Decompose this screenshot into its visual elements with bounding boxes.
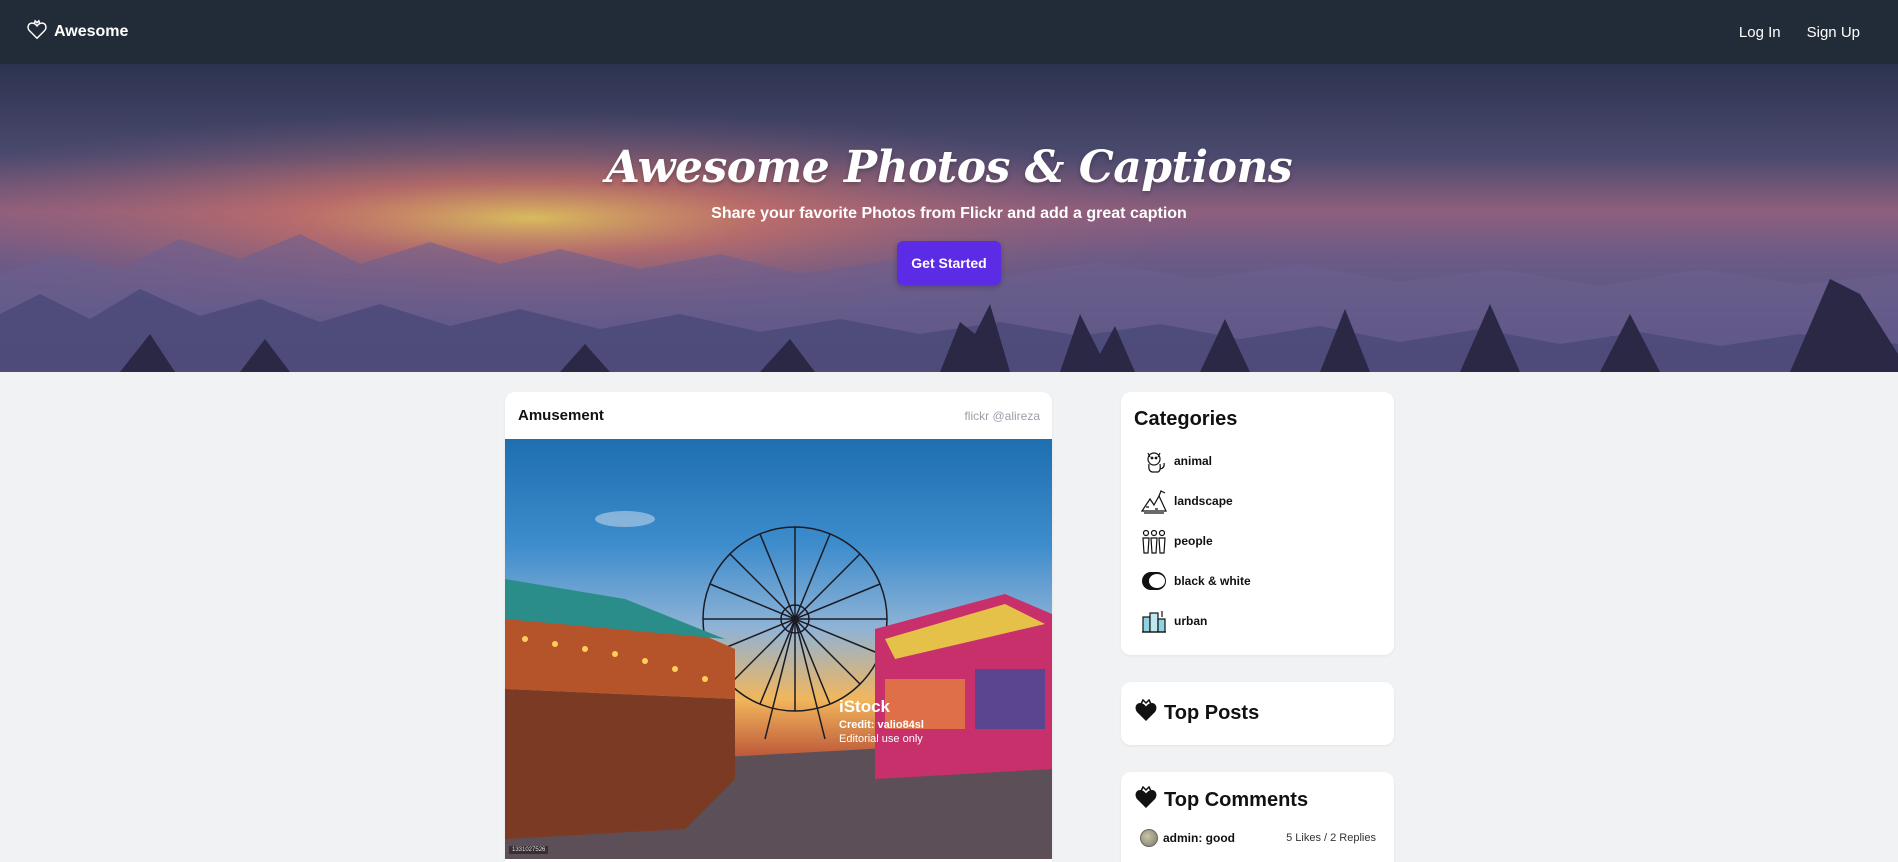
category-list: animal landscape people black & white ur… bbox=[1134, 441, 1381, 641]
heart-crown-icon bbox=[1134, 785, 1158, 815]
brand-name: Awesome bbox=[54, 23, 129, 40]
comment-text: admin: good bbox=[1163, 831, 1235, 845]
cat-icon bbox=[1140, 447, 1168, 475]
people-icon bbox=[1140, 527, 1168, 555]
contrast-icon bbox=[1140, 567, 1168, 595]
post-title[interactable]: Amusement bbox=[518, 407, 604, 424]
brand-link[interactable]: Awesome bbox=[26, 18, 129, 46]
heart-crown-icon bbox=[1134, 698, 1158, 728]
top-comments-card: Top Comments admin: good 5 Likes / 2 Rep… bbox=[1121, 772, 1394, 862]
istock-watermark: iStock Credit: valio84sl Editorial use o… bbox=[839, 697, 924, 745]
category-item-people[interactable]: people bbox=[1134, 521, 1381, 561]
watermark-credit: Credit: valio84sl bbox=[839, 719, 924, 731]
comment-item[interactable]: admin: good 5 Likes / 2 Replies bbox=[1134, 829, 1381, 847]
categories-title: Categories bbox=[1134, 408, 1238, 430]
category-label: landscape bbox=[1174, 494, 1233, 508]
category-item-urban[interactable]: urban bbox=[1134, 601, 1381, 641]
navbar: Awesome Log In Sign Up bbox=[0, 0, 1898, 64]
hero-subtitle: Share your favorite Photos from Flickr a… bbox=[711, 205, 1187, 222]
mountain-icon bbox=[1140, 487, 1168, 515]
category-item-black-white[interactable]: black & white bbox=[1134, 561, 1381, 601]
buildings-icon bbox=[1140, 607, 1168, 635]
amusement-park-photo bbox=[505, 511, 1052, 859]
login-link[interactable]: Log In bbox=[1739, 24, 1781, 41]
category-label: people bbox=[1174, 534, 1213, 548]
hero-title: Awesome Photos & Captions bbox=[605, 142, 1293, 193]
categories-card: Categories animal landscape people black… bbox=[1121, 392, 1394, 655]
heart-logo-icon bbox=[26, 18, 48, 46]
category-item-animal[interactable]: animal bbox=[1134, 441, 1381, 481]
category-item-landscape[interactable]: landscape bbox=[1134, 481, 1381, 521]
get-started-button[interactable]: Get Started bbox=[897, 241, 1001, 285]
comment-meta: 5 Likes / 2 Replies bbox=[1286, 832, 1376, 844]
top-posts-title: Top Posts bbox=[1164, 702, 1260, 724]
watermark-title: iStock bbox=[839, 697, 891, 716]
top-posts-card[interactable]: Top Posts bbox=[1121, 682, 1394, 745]
category-label: urban bbox=[1174, 614, 1208, 628]
category-label: black & white bbox=[1174, 574, 1251, 588]
post-header: Amusement flickr @alireza bbox=[505, 392, 1052, 439]
signup-link[interactable]: Sign Up bbox=[1807, 24, 1860, 41]
top-comments-title: Top Comments bbox=[1164, 789, 1309, 811]
avatar bbox=[1140, 829, 1158, 847]
hero-banner: Awesome Photos & Captions Share your fav… bbox=[0, 64, 1898, 372]
image-id: 1331027526 bbox=[509, 846, 549, 854]
post-credit[interactable]: flickr @alireza bbox=[964, 409, 1040, 423]
watermark-note: Editorial use only bbox=[839, 733, 923, 745]
post-card: Amusement flickr @alireza iStock Credit:… bbox=[505, 392, 1052, 862]
category-label: animal bbox=[1174, 454, 1213, 468]
post-image[interactable]: iStock Credit: valio84sl Editorial use o… bbox=[505, 439, 1052, 859]
